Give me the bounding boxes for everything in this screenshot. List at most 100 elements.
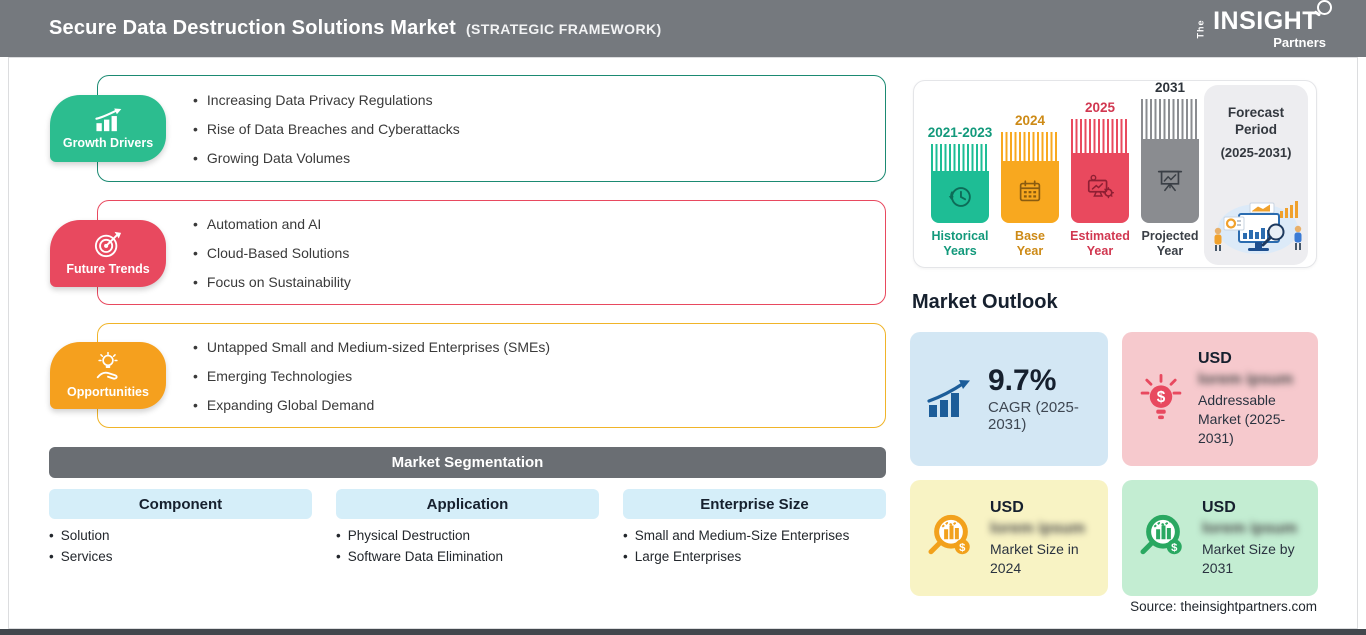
market-size-2024-card: $ USD lorem ipsum Market Size in 2024 xyxy=(910,480,1108,596)
bar-caption: Historical Years xyxy=(931,229,989,258)
currency-label: USD xyxy=(990,498,1024,516)
future-trends-badge: Future Trends xyxy=(50,220,166,287)
timeline-panel: 2021-2023 Historical Years 2024 Base Yea… xyxy=(913,80,1317,268)
growth-chart-icon xyxy=(92,108,124,133)
history-clock-icon xyxy=(945,182,975,212)
year-label: 2024 xyxy=(1014,113,1046,128)
segmentation-list-enterprise-size: Small and Medium-Size Enterprises Large … xyxy=(623,525,850,567)
badge-label: Opportunities xyxy=(67,385,149,399)
calendar-icon xyxy=(1015,177,1045,207)
bar-caption: Estimated Year xyxy=(1070,229,1130,258)
page: Secure Data Destruction Solutions Market… xyxy=(0,0,1366,635)
source-text: Source: theinsightpartners.com xyxy=(1130,599,1317,614)
bar-stripes xyxy=(931,144,989,171)
segmentation-list-component: Solution Services xyxy=(49,525,113,567)
main-title: Secure Data Destruction Solutions Market xyxy=(49,17,456,39)
currency-label: USD xyxy=(1202,498,1236,516)
year-label: 2025 xyxy=(1084,100,1116,115)
market-outlook-title: Market Outlook xyxy=(912,291,1058,313)
timeline-bar-base: 2024 Base Year xyxy=(1001,113,1059,259)
forecast-range: (2025-2031) xyxy=(1220,144,1292,160)
segmentation-title-bar: Market Segmentation xyxy=(49,447,886,478)
list-item: Physical Destruction xyxy=(336,525,503,546)
future-trends-list: Automation and AI Cloud-Based Solutions … xyxy=(193,201,351,304)
svg-text:$: $ xyxy=(1157,389,1166,406)
projector-screen-icon xyxy=(1155,166,1185,196)
blurred-value: lorem ipsum xyxy=(990,519,1086,537)
bottom-bar xyxy=(0,629,1366,635)
cagr-caption: CAGR (2025-2031) xyxy=(988,398,1079,433)
year-label: 2021-2023 xyxy=(927,125,993,140)
list-item: Growing Data Volumes xyxy=(193,150,460,166)
list-item: Expanding Global Demand xyxy=(193,397,550,413)
segmentation-header-application: Application xyxy=(336,489,599,519)
header: Secure Data Destruction Solutions Market… xyxy=(0,0,1366,57)
bar-caption: Projected Year xyxy=(1141,229,1199,258)
target-dart-icon xyxy=(93,231,123,259)
growth-drivers-badge: Growth Drivers xyxy=(50,95,166,162)
bar-caption: Base Year xyxy=(1015,229,1045,258)
growth-drivers-list: Increasing Data Privacy Regulations Rise… xyxy=(193,76,460,181)
list-item: Increasing Data Privacy Regulations xyxy=(193,92,460,108)
timeline-bar-projected: 2031 Projected Year xyxy=(1141,80,1199,259)
magnifier-chart-icon-orange: $ xyxy=(926,513,976,563)
forecast-panel: Forecast Period (2025-2031) xyxy=(1204,85,1308,265)
card-caption: Market Size in 2024 xyxy=(990,540,1079,576)
list-item: Cloud-Based Solutions xyxy=(193,245,351,261)
bar-stripes xyxy=(1001,132,1059,161)
bulb-hand-icon xyxy=(93,352,123,382)
cagr-card: 9.7% CAGR (2025-2031) xyxy=(910,332,1108,466)
year-label: 2031 xyxy=(1154,80,1186,95)
bar xyxy=(1001,132,1059,223)
growth-arrow-icon xyxy=(926,379,974,419)
list-item: Software Data Elimination xyxy=(336,546,503,567)
forecast-title: Forecast Period xyxy=(1227,105,1285,137)
svg-text:$: $ xyxy=(1171,542,1178,554)
bulb-dollar-icon: $ xyxy=(1138,373,1184,425)
list-item: Services xyxy=(49,546,113,567)
addressable-market-card: $ USD lorem ipsum Addressable Market (20… xyxy=(1122,332,1318,466)
opportunities-section: Untapped Small and Medium-sized Enterpri… xyxy=(97,323,886,428)
cagr-value: 9.7% xyxy=(988,364,1057,398)
list-item: Small and Medium-Size Enterprises xyxy=(623,525,850,546)
bar-stripes xyxy=(1071,119,1129,153)
brand-logo: The INSIGHT Partners xyxy=(1191,0,1332,50)
card-caption: Addressable Market (2025-2031) xyxy=(1198,392,1286,446)
logo-insight: INSIGHT xyxy=(1213,0,1332,34)
svg-text:$: $ xyxy=(959,542,966,554)
blurred-value: lorem ipsum xyxy=(1198,371,1294,389)
growth-drivers-section: Increasing Data Privacy Regulations Rise… xyxy=(97,75,886,182)
card-caption: Market Size by 2031 xyxy=(1202,540,1295,576)
badge-label: Growth Drivers xyxy=(62,135,154,150)
logo-partners: Partners xyxy=(1273,34,1326,50)
list-item: Automation and AI xyxy=(193,216,351,232)
page-title: Secure Data Destruction Solutions Market… xyxy=(49,17,662,40)
currency-label: USD xyxy=(1198,350,1232,368)
monitor-gear-icon xyxy=(1084,173,1116,203)
blurred-value: lorem ipsum xyxy=(1202,519,1298,537)
timeline-bars: 2021-2023 Historical Years 2024 Base Yea… xyxy=(928,80,1199,259)
list-item: Emerging Technologies xyxy=(193,368,550,384)
timeline-bar-historical: 2021-2023 Historical Years xyxy=(928,125,993,259)
list-item: Rise of Data Breaches and Cyberattacks xyxy=(193,121,460,137)
badge-label: Future Trends xyxy=(66,262,150,276)
opportunities-list: Untapped Small and Medium-sized Enterpri… xyxy=(193,324,550,427)
segmentation-list-application: Physical Destruction Software Data Elimi… xyxy=(336,525,503,567)
bar xyxy=(1141,99,1199,223)
segmentation-header-component: Component xyxy=(49,489,312,519)
opportunities-badge: Opportunities xyxy=(50,342,166,409)
subtitle: (STRATEGIC FRAMEWORK) xyxy=(465,21,662,37)
bar xyxy=(931,144,989,223)
segmentation-header-enterprise-size: Enterprise Size xyxy=(623,489,886,519)
list-item: Solution xyxy=(49,525,113,546)
magnifier-chart-icon-green: $ xyxy=(1138,513,1188,563)
analytics-illustration xyxy=(1206,187,1306,257)
timeline-bar-estimated: 2025 Estimated Year xyxy=(1070,100,1130,259)
bar-stripes xyxy=(1141,99,1199,139)
list-item: Untapped Small and Medium-sized Enterpri… xyxy=(193,339,550,355)
logo-the: The xyxy=(1195,18,1206,39)
market-size-2031-card: $ USD lorem ipsum Market Size by 2031 xyxy=(1122,480,1318,596)
list-item: Focus on Sustainability xyxy=(193,274,351,290)
magnifier-icon xyxy=(1317,0,1332,15)
list-item: Large Enterprises xyxy=(623,546,849,567)
